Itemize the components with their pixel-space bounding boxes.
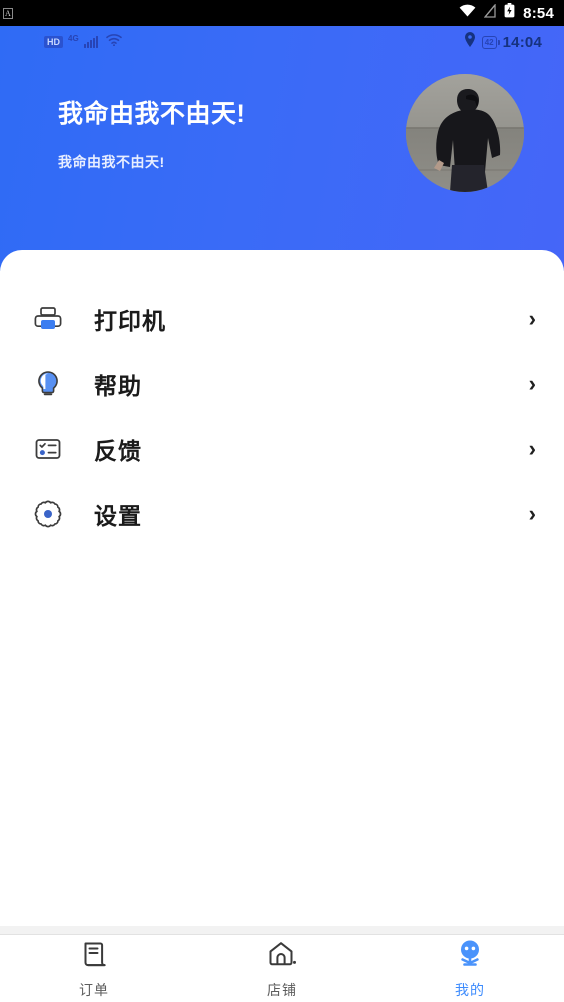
nav-item-label: 订单 <box>79 981 109 998</box>
app-status-bar: HD 4G 42 14:04 <box>0 26 564 58</box>
signal-off-icon <box>483 2 496 23</box>
page-title: 我命由我不由天! <box>58 100 246 128</box>
chevron-right-icon: › <box>528 305 536 331</box>
wifi-icon <box>459 4 476 22</box>
menu-card: 打印机 › 帮助 › 反馈 › 设置 › <box>0 250 564 926</box>
menu-item-settings[interactable]: 设置 › <box>0 481 564 546</box>
app-status-left: HD 4G <box>44 33 122 51</box>
system-status-bar: A 8:54 <box>0 0 564 26</box>
menu-item-label: 设置 <box>94 502 142 529</box>
avatar[interactable] <box>406 74 524 192</box>
order-receipt-icon <box>78 938 110 975</box>
profile-text: 我命由我不由天! 我命由我不由天! <box>58 94 245 172</box>
app-status-right: 42 14:04 <box>464 32 542 52</box>
menu-item-label: 反馈 <box>94 437 142 464</box>
hd-icon: HD <box>44 36 63 48</box>
wifi-icon <box>105 33 122 51</box>
chevron-right-icon: › <box>528 435 536 461</box>
menu-item-printer[interactable]: 打印机 › <box>0 286 564 351</box>
profile-subtitle: 我命由我不由天! <box>58 154 165 170</box>
system-status-left: A <box>3 7 13 19</box>
system-clock: 8:54 <box>523 4 554 22</box>
gear-icon <box>28 499 68 529</box>
battery-icon: 42 <box>481 35 500 49</box>
phone-screen: A 8:54 HD 4G 42 14:04 我命由我不由天! 我命由我不由天! … <box>0 0 564 1002</box>
chevron-right-icon: › <box>528 500 536 526</box>
chevron-right-icon: › <box>528 370 536 396</box>
profile-block: 我命由我不由天! 我命由我不由天! <box>0 58 564 208</box>
location-pin-icon <box>464 32 476 52</box>
printer-icon <box>28 304 68 334</box>
network-type-label: 4G <box>68 33 79 43</box>
menu-item-label: 打印机 <box>94 307 166 334</box>
nav-item-store[interactable]: 店铺 <box>188 935 376 1002</box>
app-clock: 14:04 <box>502 33 542 51</box>
nav-item-mine[interactable]: 我的 <box>376 935 564 1002</box>
signal-bars-icon <box>83 36 98 48</box>
menu-item-feedback[interactable]: 反馈 › <box>0 416 564 481</box>
menu-list: 打印机 › 帮助 › 反馈 › 设置 › <box>0 250 564 546</box>
feedback-form-icon <box>28 434 68 464</box>
system-status-right: 8:54 <box>459 2 554 23</box>
profile-header: HD 4G 42 14:04 我命由我不由天! 我命由我不由天! <box>0 26 564 271</box>
bottom-nav-area: 订单 店铺 我的 <box>0 926 564 1002</box>
bottom-nav: 订单 店铺 我的 <box>0 934 564 1002</box>
a-badge: A <box>3 7 13 19</box>
store-house-icon <box>266 938 298 975</box>
nav-item-label: 我的 <box>455 981 485 998</box>
nav-item-orders[interactable]: 订单 <box>0 935 188 1002</box>
nav-item-label: 店铺 <box>267 981 297 998</box>
menu-item-label: 帮助 <box>94 372 142 399</box>
profile-person-icon <box>454 938 486 975</box>
battery-charging-icon <box>504 3 515 23</box>
menu-item-help[interactable]: 帮助 › <box>0 351 564 416</box>
lightbulb-icon <box>28 369 68 399</box>
